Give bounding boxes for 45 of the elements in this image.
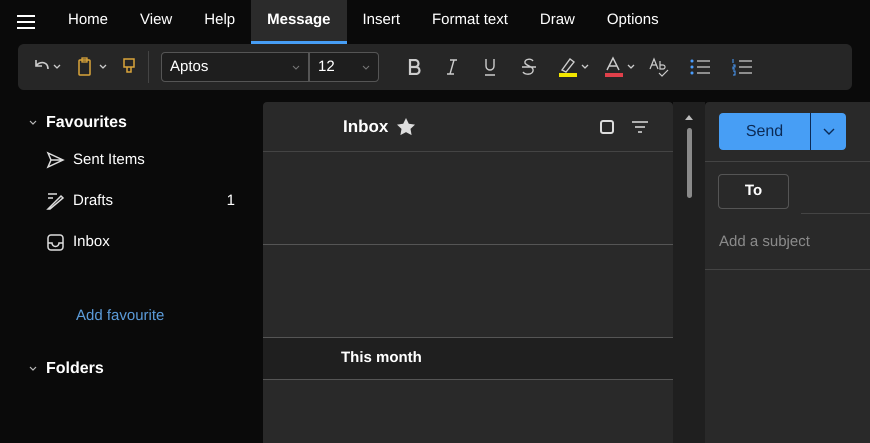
- ribbon-tab[interactable]: Message: [251, 0, 346, 44]
- inbox-icon: [46, 233, 65, 252]
- ribbon-tab[interactable]: View: [124, 0, 188, 44]
- scroll-up-icon[interactable]: [685, 114, 693, 120]
- section-header[interactable]: Folders: [28, 352, 104, 386]
- chevron-down-icon: [292, 64, 300, 70]
- filter-icon[interactable]: [631, 120, 649, 134]
- section-header[interactable]: Favourites: [28, 106, 127, 140]
- folder-item[interactable]: Sent Items: [28, 140, 263, 181]
- send-options-button[interactable]: [810, 113, 846, 150]
- group-header: This month: [341, 348, 422, 368]
- folder-title: Inbox: [343, 116, 388, 138]
- highlighter-icon[interactable]: [557, 56, 591, 78]
- chevron-down-icon: [822, 128, 834, 136]
- strikethrough-icon[interactable]: [521, 58, 537, 76]
- ribbon-tab[interactable]: Help: [188, 0, 252, 44]
- send-icon: [46, 151, 65, 170]
- chevron-down-icon: [362, 64, 370, 70]
- menu-icon[interactable]: [16, 14, 36, 30]
- subject-field[interactable]: Add a subject: [705, 214, 870, 270]
- ribbon-tab[interactable]: Insert: [346, 0, 416, 44]
- spellcheck-icon[interactable]: [649, 57, 669, 77]
- size-dropdown[interactable]: 12: [309, 52, 379, 82]
- numbered-list-icon[interactable]: [731, 58, 753, 76]
- send-button[interactable]: Send: [719, 113, 810, 150]
- bold-icon[interactable]: [407, 59, 421, 75]
- star-icon[interactable]: [396, 116, 416, 136]
- bullet-list-icon[interactable]: [689, 58, 711, 76]
- ribbon-tab[interactable]: Format text: [416, 0, 524, 44]
- font-dropdown[interactable]: Aptos: [161, 52, 309, 82]
- ribbon-tab[interactable]: Draw: [524, 0, 591, 44]
- chevron-down-icon: [28, 119, 38, 127]
- scrollbar-thumb[interactable]: [686, 128, 692, 198]
- chevron-down-icon: [28, 364, 38, 372]
- underline-icon[interactable]: [483, 58, 497, 76]
- folder-item[interactable]: Inbox: [28, 222, 263, 263]
- italic-icon[interactable]: [445, 59, 459, 75]
- font-color-icon[interactable]: [603, 56, 637, 78]
- pencil-icon: [46, 192, 65, 211]
- ribbon-tab[interactable]: Home: [52, 0, 124, 44]
- to-button[interactable]: To: [718, 174, 789, 209]
- folder-item[interactable]: Drafts 1: [28, 181, 263, 222]
- ribbon-tab[interactable]: Options: [590, 0, 675, 44]
- add-favourite-link[interactable]: Add favourite: [76, 305, 263, 328]
- select-icon[interactable]: [599, 118, 615, 134]
